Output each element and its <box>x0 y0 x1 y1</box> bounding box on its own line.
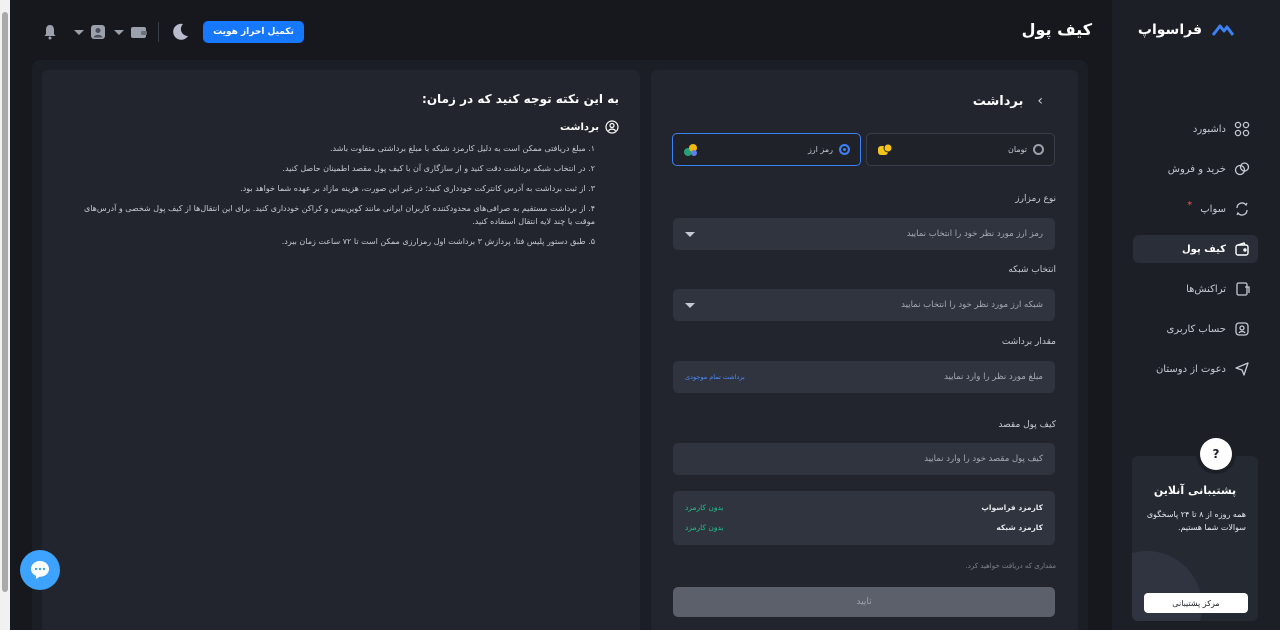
moon-icon <box>173 23 188 40</box>
submit-button[interactable]: تایید <box>673 587 1055 617</box>
wallet-icon <box>1235 242 1249 256</box>
support-center-button[interactable]: مرکز پشتیبانی <box>1144 593 1248 613</box>
sidebar-nav: داشبورد خرید و فروش * سواپ کیف پول تراکن… <box>1112 115 1280 395</box>
chat-button[interactable] <box>20 550 60 590</box>
back-arrow-icon[interactable]: › <box>1037 93 1043 109</box>
fee-summary: کارمزد فراسواپ بدون کارمزد کارمزد شبکه ب… <box>673 491 1055 545</box>
page-scrollbar[interactable] <box>0 0 10 630</box>
radio-button[interactable] <box>1033 144 1044 155</box>
new-badge: * <box>1187 199 1193 211</box>
crypto-select-placeholder: رمز ارز مورد نظر خود را انتخاب نمایید <box>906 229 1043 239</box>
withdraw-panel: › برداشت تومان رمز ارز نوع رمزارز رمز ار… <box>651 70 1078 630</box>
network-select[interactable]: شبکه ارز مورد نظر خود را انتخاب نمایید <box>673 289 1055 321</box>
crypto-coins-icon <box>684 143 697 156</box>
bell-icon <box>44 25 56 40</box>
chat-icon <box>31 561 49 579</box>
notes-subtitle: برداشت <box>560 120 619 134</box>
sidebar: فراسواپ داشبورد خرید و فروش * سواپ کیف پ… <box>1112 0 1280 630</box>
amount-input-placeholder: مبلغ مورد نظر را وارد نمایید <box>944 372 1043 382</box>
brand-name: فراسواپ <box>1137 22 1202 38</box>
chevron-down-icon <box>685 231 695 237</box>
receipt-icon <box>1236 282 1250 296</box>
destination-wallet-label: کیف پول مقصد <box>998 420 1056 430</box>
coins-icon <box>878 143 893 155</box>
fee-value: بدون کارمزد <box>685 503 724 512</box>
exchange-icon <box>1234 162 1250 176</box>
avatar-icon <box>91 25 105 39</box>
notes-subtitle-label: برداشت <box>560 121 599 133</box>
support-card: پشتیبانی آنلاین همه روزه از ۸ تا ۲۴ پاسخ… <box>1132 456 1258 621</box>
sidebar-item-label: کیف پول <box>1182 243 1226 255</box>
notes-panel: به این نکته توجه کنید که در زمان: برداشت… <box>42 70 640 630</box>
fee-row: کارمزد شبکه بدون کارمزد <box>685 523 1043 532</box>
withdraw-all-link[interactable]: برداشت تمام موجودی <box>685 373 745 381</box>
send-icon <box>1235 362 1249 376</box>
note-item: ۴. از برداشت مستقیم به صرافی‌های محدودکن… <box>83 204 595 226</box>
amount-label: مقدار برداشت <box>1001 337 1056 347</box>
swap-icon <box>1236 202 1248 216</box>
note-item: ۵. طبق دستور پلیس فتا، پردازش ۳ برداشت ا… <box>281 237 595 246</box>
destination-wallet-placeholder: کیف پول مقصد خود را وارد نمایید <box>924 454 1043 464</box>
sidebar-item-swap[interactable]: * سواپ <box>1133 195 1258 223</box>
notifications-button[interactable] <box>42 24 58 40</box>
help-icon: ? <box>1200 438 1232 470</box>
user-icon <box>1235 322 1249 336</box>
crypto-type-label: نوع رمزارز <box>1015 194 1056 204</box>
sidebar-item-label: حساب کاربری <box>1166 323 1226 335</box>
option-crypto[interactable]: رمز ارز <box>672 133 861 166</box>
chevron-down-icon <box>685 302 695 308</box>
option-label: رمز ارز <box>807 145 833 154</box>
sidebar-item-label: داشبورد <box>1192 123 1226 135</box>
sidebar-item-label: دعوت از دوستان <box>1155 363 1226 375</box>
page-title: کیف پول <box>1021 20 1092 39</box>
sidebar-item-wallet[interactable]: کیف پول <box>1133 235 1258 263</box>
destination-wallet-input[interactable]: کیف پول مقصد خود را وارد نمایید <box>673 443 1055 475</box>
complete-kyc-button[interactable]: تکمیل احراز هویت <box>203 21 304 43</box>
note-item: ۱. مبلغ دریافتی ممکن است به دلیل کارمزد … <box>329 144 595 153</box>
sidebar-item-buy-sell[interactable]: خرید و فروش <box>1133 155 1258 183</box>
support-title: پشتیبانی آنلاین <box>1153 484 1237 497</box>
user-circle-icon <box>605 120 619 134</box>
sidebar-item-dashboard[interactable]: داشبورد <box>1133 115 1258 143</box>
fee-row: کارمزد فراسواپ بدون کارمزد <box>685 503 1043 512</box>
option-toman[interactable]: تومان <box>866 133 1055 166</box>
network-label: انتخاب شبکه <box>1008 265 1056 275</box>
withdraw-title: برداشت <box>972 93 1024 109</box>
fee-value: بدون کارمزد <box>685 523 724 532</box>
option-label: تومان <box>1008 145 1027 154</box>
grid-icon <box>1234 121 1250 137</box>
topbar: کیف پول تکمیل احراز هویت <box>10 0 1112 60</box>
support-description: همه روزه از ۸ تا ۲۴ پاسخگوی سوالات شما ه… <box>1146 510 1246 532</box>
note-item: ۳. از ثبت برداشت به آدرس کانترکت خودداری… <box>240 184 595 193</box>
fee-label: کارمزد فراسواپ <box>981 503 1043 512</box>
sidebar-item-transactions[interactable]: تراکنش‌ها <box>1133 275 1258 303</box>
crypto-select[interactable]: رمز ارز مورد نظر خود را انتخاب نمایید <box>673 218 1055 250</box>
wallet-menu[interactable] <box>114 24 148 40</box>
network-select-placeholder: شبکه ارز مورد نظر خود را انتخاب نمایید <box>901 300 1043 310</box>
fee-label: کارمزد شبکه <box>996 523 1043 532</box>
withdraw-header: › برداشت <box>973 93 1043 109</box>
receive-amount-text: مقداری که دریافت خواهید کرد. <box>965 562 1056 570</box>
notes-title: به این نکته توجه کنید که در زمان: <box>422 92 619 106</box>
brand[interactable]: فراسواپ <box>1138 22 1234 38</box>
radio-button[interactable] <box>839 144 850 155</box>
sidebar-item-label: تراکنش‌ها <box>1186 283 1226 295</box>
chevron-down-icon <box>74 29 84 35</box>
sidebar-item-account[interactable]: حساب کاربری <box>1133 315 1258 343</box>
amount-input[interactable]: مبلغ مورد نظر را وارد نمایید برداشت تمام… <box>673 361 1055 393</box>
topbar-divider <box>158 22 159 42</box>
note-item: ۲. در انتخاب شبکه برداشت دقت کنید و از س… <box>282 164 595 173</box>
profile-menu[interactable] <box>74 24 106 40</box>
sidebar-item-invite[interactable]: دعوت از دوستان <box>1133 355 1258 383</box>
theme-toggle[interactable] <box>170 22 190 42</box>
scrollbar-thumb[interactable] <box>2 12 8 592</box>
sidebar-item-label: سواپ <box>1200 203 1226 215</box>
chevron-down-icon <box>114 29 124 35</box>
notes-list: ۱. مبلغ دریافتی ممکن است به دلیل کارمزد … <box>65 142 595 255</box>
brand-logo-icon <box>1212 24 1234 36</box>
sidebar-item-label: خرید و فروش <box>1167 163 1226 175</box>
wallet-top-icon <box>131 27 147 38</box>
